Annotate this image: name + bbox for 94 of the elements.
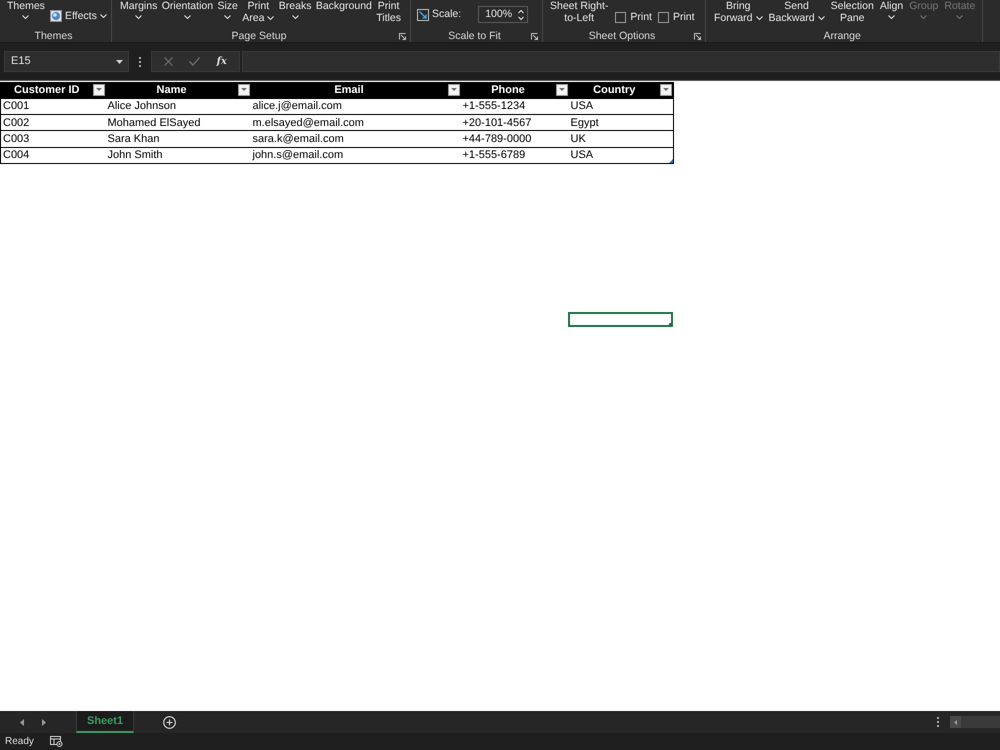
table-cell: C003 bbox=[0, 130, 106, 148]
spin-arrows-icon[interactable] bbox=[518, 8, 524, 20]
table-cell: +1-555-1234 bbox=[460, 98, 568, 115]
macro-recording-icon[interactable] bbox=[50, 736, 63, 747]
insert-function-button[interactable]: fx bbox=[216, 56, 227, 68]
caret-icon bbox=[956, 15, 964, 19]
dialog-launcher-icon[interactable] bbox=[694, 33, 701, 40]
caret-icon bbox=[818, 16, 825, 20]
caret-icon bbox=[756, 16, 763, 20]
cancel-icon[interactable] bbox=[164, 57, 174, 66]
caret-icon bbox=[22, 15, 30, 19]
table-cell: Mohamed ElSayed bbox=[106, 114, 250, 131]
checkbox[interactable] bbox=[615, 12, 626, 24]
column-header: Phone bbox=[490, 82, 526, 97]
caret-icon bbox=[184, 15, 191, 19]
filter-button[interactable] bbox=[238, 84, 250, 96]
filter-button[interactable] bbox=[556, 84, 568, 96]
table-cell: +1-555-6789 bbox=[460, 147, 568, 164]
ribbon-dropdown-button[interactable]: Send Backward bbox=[768, 0, 826, 24]
enter-icon[interactable] bbox=[189, 57, 200, 66]
table-cell: C004 bbox=[0, 147, 106, 164]
ribbon-button[interactable]: Background bbox=[314, 0, 373, 12]
ribbon-dropdown-button[interactable]: Breaks bbox=[278, 0, 312, 19]
checkbox-label[interactable]: Print bbox=[672, 10, 695, 26]
scroll-left-icon[interactable] bbox=[20, 718, 24, 726]
name-box[interactable]: E15 bbox=[4, 51, 129, 72]
table-cell: John Smith bbox=[106, 147, 250, 164]
table-cell: USA bbox=[568, 147, 674, 164]
column-header: Email bbox=[333, 82, 365, 97]
table-cell: Egypt bbox=[568, 114, 674, 131]
effects-icon bbox=[50, 10, 62, 22]
column-header: Customer ID bbox=[13, 82, 80, 97]
caret-icon bbox=[920, 15, 928, 19]
add-sheet-icon[interactable] bbox=[163, 716, 176, 728]
table-cell: +20-101-4567 bbox=[460, 114, 568, 131]
caret-icon bbox=[135, 15, 142, 19]
scale-label: Scale: bbox=[432, 6, 462, 22]
horizontal-scrollbar[interactable] bbox=[950, 716, 1000, 728]
group-label: Arrange bbox=[823, 31, 861, 42]
checkbox-label[interactable]: Print bbox=[630, 10, 652, 26]
ribbon-dropdown-button[interactable]: Align bbox=[878, 0, 904, 19]
group-label: Sheet Options bbox=[588, 31, 656, 42]
group-label: Themes bbox=[34, 31, 72, 42]
caret-icon bbox=[450, 88, 456, 92]
group-label: Page Setup bbox=[232, 31, 286, 42]
table-cell: USA bbox=[568, 98, 674, 115]
table-cell: m.elsayed@email.com bbox=[250, 114, 460, 131]
ribbon-dropdown-button[interactable]: Orientation bbox=[160, 0, 214, 19]
ribbon-dropdown-button[interactable]: Margins bbox=[119, 0, 158, 19]
ribbon-button[interactable]: Sheet Right- to-Left bbox=[549, 0, 610, 24]
status-text: Ready bbox=[5, 735, 34, 749]
scale-field[interactable]: 100% bbox=[478, 6, 528, 23]
filter-button[interactable] bbox=[660, 84, 672, 96]
dialog-launcher-icon[interactable] bbox=[399, 33, 406, 40]
table-cell: C002 bbox=[0, 114, 106, 131]
sheet-tab[interactable]: Sheet1 bbox=[76, 711, 134, 733]
caret-icon bbox=[96, 88, 102, 92]
filter-button[interactable] bbox=[448, 84, 460, 96]
scroll-left-icon[interactable] bbox=[954, 720, 957, 724]
table-cell: UK bbox=[568, 130, 674, 148]
checkbox[interactable] bbox=[658, 12, 669, 24]
caret-icon bbox=[292, 15, 299, 19]
group-label: Scale to Fit bbox=[448, 31, 501, 42]
column-header: Country bbox=[592, 82, 636, 97]
table-cell: C001 bbox=[0, 98, 106, 115]
caret-icon bbox=[224, 15, 232, 19]
table-cell: +44-789-0000 bbox=[460, 130, 568, 148]
scale-icon bbox=[417, 8, 429, 20]
table-cell: sara.k@email.com bbox=[250, 130, 460, 148]
scroll-right-icon[interactable] bbox=[42, 718, 46, 726]
table-cell: Sara Khan bbox=[106, 130, 250, 148]
ribbon-dropdown-button[interactable]: Size bbox=[216, 0, 239, 19]
caret-icon bbox=[558, 88, 564, 92]
ribbon-button[interactable]: Print Titles bbox=[375, 0, 402, 24]
table-cell: john.s@email.com bbox=[250, 147, 460, 164]
selected-cell[interactable] bbox=[568, 312, 673, 328]
formula-input[interactable] bbox=[242, 51, 1000, 72]
caret-icon bbox=[100, 14, 107, 18]
ribbon-dropdown-button[interactable]: Print Area bbox=[241, 0, 276, 24]
column-header: Name bbox=[156, 82, 188, 97]
table-cell: Alice Johnson bbox=[106, 98, 250, 115]
filter-button[interactable] bbox=[92, 84, 104, 96]
table-cell: alice.j@email.com bbox=[250, 98, 460, 115]
ribbon-dropdown-button[interactable]: Bring Forward bbox=[713, 0, 764, 24]
caret-icon bbox=[267, 16, 274, 20]
caret-icon bbox=[663, 88, 669, 92]
dropdown-icon[interactable] bbox=[116, 60, 123, 64]
caret-icon bbox=[240, 88, 246, 92]
dialog-launcher-icon[interactable] bbox=[531, 33, 538, 40]
ribbon-dropdown-button[interactable]: Themes bbox=[6, 0, 46, 19]
ribbon-button[interactable]: Selection Pane bbox=[830, 0, 875, 24]
resize-handle-icon[interactable] bbox=[669, 158, 673, 163]
caret-icon bbox=[888, 15, 895, 19]
ribbon-dropdown-button[interactable]: Effects bbox=[50, 10, 107, 22]
